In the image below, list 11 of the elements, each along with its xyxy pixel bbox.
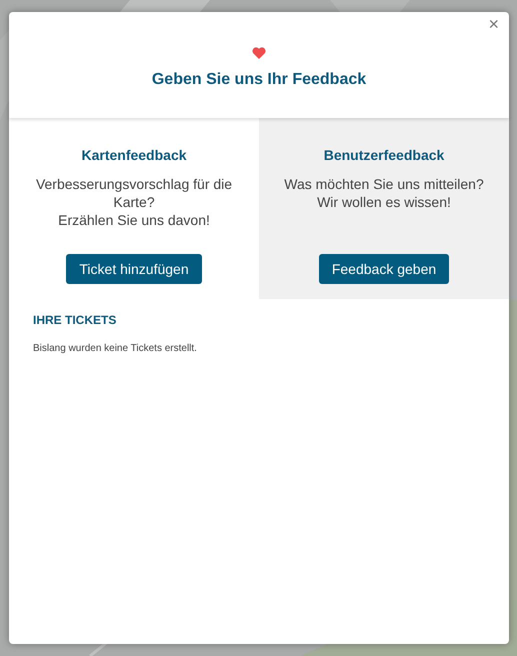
heart-icon	[252, 47, 266, 59]
option-button[interactable]: Feedback geben	[318, 254, 450, 284]
tickets-heading: IHRE TICKETS	[33, 312, 118, 329]
close-button[interactable]: ×	[484, 15, 503, 33]
option-title: Benutzerfeedback	[324, 146, 444, 165]
dialog-title: Geben Sie uns Ihr Feedback	[152, 70, 366, 90]
empty-tickets-message: Bislang wurden keine Tickets erstellt.	[33, 342, 198, 356]
option-title: Kartenfeedback	[81, 146, 187, 165]
option-button[interactable]: Ticket hinzufügen	[66, 254, 202, 284]
option-description: Was möchten Sie uns mitteilen? Wir wollen es wissen!	[284, 175, 484, 211]
option-description: Verbesserungsvorschlag für die Karte? Erzählen Sie uns davon!	[34, 175, 234, 229]
